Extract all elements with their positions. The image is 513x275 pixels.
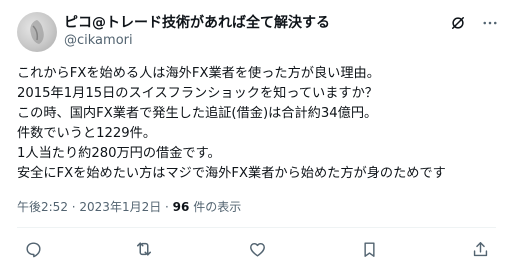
- meta-separator: ·: [67, 200, 80, 214]
- divider: [17, 227, 496, 228]
- tweet-text-line: この時、国内FX業者で発生した追証(借金)は合計約34億円。: [17, 106, 378, 121]
- meta-separator: ·: [161, 200, 173, 214]
- action-bar: [22, 238, 491, 260]
- share-icon[interactable]: [469, 238, 491, 260]
- bookmark-icon[interactable]: [358, 238, 380, 260]
- tweet-text-line: これからFXを始める人は海外FX業者を使った方が良い理由。: [17, 66, 380, 81]
- tweet-text-line: 1人当たり約280万円の借金です。: [17, 146, 221, 161]
- tweet-time[interactable]: 午後2:52: [17, 200, 68, 214]
- reply-icon[interactable]: [22, 238, 44, 260]
- display-name[interactable]: ピコ@トレード技術があれば全て解決する: [64, 12, 330, 32]
- avatar[interactable]: [17, 12, 57, 52]
- tweet-text-line: 件数でいうと1229件。: [17, 126, 157, 141]
- more-icon[interactable]: [481, 14, 499, 32]
- tweet-text: これからFXを始める人は海外FX業者を使った方が良い理由。 2015年1月15日…: [17, 64, 507, 184]
- retweet-icon[interactable]: [133, 238, 155, 260]
- tweet-card: ピコ@トレード技術があれば全て解決する @cikamori これからFXを始める…: [0, 0, 513, 275]
- views-label: 件の表示: [189, 200, 242, 214]
- user-handle[interactable]: @cikamori: [64, 33, 133, 48]
- tweet-meta: 午後2:52 · 2023年1月2日 · 96 件の表示: [17, 198, 241, 215]
- grok-icon[interactable]: [449, 14, 467, 32]
- like-icon[interactable]: [246, 238, 268, 260]
- tweet-date[interactable]: 2023年1月2日: [79, 200, 161, 214]
- views-count: 96: [172, 200, 190, 214]
- tweet-text-line: 2015年1月15日のスイスフランショックを知っていますか？: [17, 86, 378, 101]
- tweet-text-line: 安全にFXを始めたい方はマジで海外FX業者から始めた方が身のためです: [17, 166, 446, 181]
